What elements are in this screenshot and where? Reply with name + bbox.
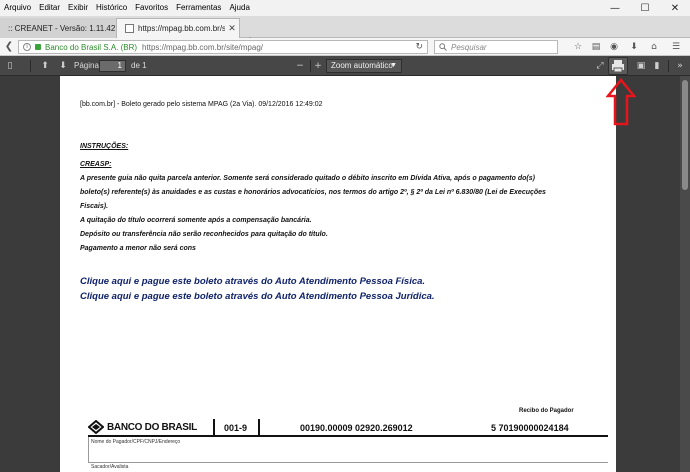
menu-icon[interactable]: ☰	[669, 40, 683, 54]
instructions-text: CREASP: A presente guia não quita parcel…	[80, 158, 605, 256]
vertical-scrollbar[interactable]	[680, 76, 690, 472]
reload-icon[interactable]: ↻	[415, 42, 423, 52]
bank-divider	[213, 419, 215, 437]
zoom-select[interactable]: Zoom automático ▼	[326, 59, 402, 73]
tab-creanet[interactable]: :: CREANET - Versão: 1.11.42.8... ✕	[0, 18, 134, 38]
print-icon	[612, 60, 624, 73]
address-bar[interactable]: i Banco do Brasil S.A. (BR) https://mpag…	[18, 40, 428, 54]
page-down-icon[interactable]: ⬇	[56, 59, 70, 73]
zoom-value: Zoom automático	[331, 61, 393, 70]
bookmark-icon[interactable]: ▮	[650, 59, 664, 73]
zoom-in-button[interactable]: +	[311, 59, 325, 73]
window-controls: — ☐ ✕	[600, 0, 690, 16]
page-number-input[interactable]: 1	[99, 60, 126, 72]
navigation-bar: ❮ i Banco do Brasil S.A. (BR) https://mp…	[0, 38, 690, 56]
site-info-icon[interactable]: i	[23, 43, 31, 51]
document-header: [bb.com.br] - Boleto gerado pelo sistema…	[80, 101, 323, 108]
tab-title: https://mpag.bb.com.br/site/...	[138, 24, 225, 33]
annotation-arrow-icon	[606, 78, 636, 126]
toolbar-divider	[30, 60, 31, 72]
pdf-page: [bb.com.br] - Boleto gerado pelo sistema…	[60, 76, 616, 472]
home-icon[interactable]: ⌂	[647, 40, 661, 54]
sidebar-toggle-icon[interactable]: ▯	[3, 59, 17, 73]
page-label: Página:	[74, 61, 102, 70]
bookmark-star-icon[interactable]: ☆	[571, 40, 585, 54]
search-icon	[439, 43, 447, 51]
menu-ferramentas[interactable]: Ferramentas	[176, 0, 221, 16]
zoom-out-button[interactable]: −	[293, 59, 307, 73]
bank-divider	[258, 419, 260, 437]
tab-title: :: CREANET - Versão: 1.11.42.8...	[8, 23, 119, 33]
more-tools-icon[interactable]: »	[673, 59, 687, 73]
lock-icon	[35, 44, 41, 50]
site-identity: Banco do Brasil S.A. (BR)	[45, 42, 138, 52]
bank-header-line: BANCO DO BRASIL 001-9 00190.00009 02920.…	[88, 419, 608, 437]
creasp-label: CREASP:	[80, 161, 112, 168]
maximize-button[interactable]: ☐	[630, 0, 660, 16]
search-input[interactable]: Pesquisar	[434, 40, 558, 54]
menu-bar: Arquivo Editar Exibir Histórico Favorito…	[0, 0, 690, 16]
guarantor-label: Sacador/Avalista	[91, 464, 129, 470]
tab-close-icon[interactable]: ✕	[225, 24, 239, 34]
back-icon[interactable]: ❮	[2, 40, 16, 54]
pocket-icon[interactable]: ◉	[607, 40, 621, 54]
url-text[interactable]: https://mpag.bb.com.br/site/mpag/	[142, 43, 263, 52]
download-icon[interactable]: ⬇	[627, 40, 641, 54]
close-window-button[interactable]: ✕	[660, 0, 690, 16]
bank-logo: BANCO DO BRASIL	[88, 419, 197, 435]
payment-links: Clique aqui e pague este boleto através …	[80, 274, 610, 304]
menu-favoritos[interactable]: Favoritos	[135, 0, 168, 16]
menu-historico[interactable]: Histórico	[96, 0, 127, 16]
menu-ajuda[interactable]: Ajuda	[229, 0, 249, 16]
toolbar-divider	[668, 60, 669, 72]
print-button[interactable]	[608, 57, 628, 75]
search-placeholder: Pesquisar	[451, 42, 487, 52]
menu-arquivo[interactable]: Arquivo	[4, 0, 31, 16]
receipt-label: Recibo do Pagador	[519, 408, 574, 414]
instruction-line: boleto(s) referente(s) às anuidades e as…	[80, 189, 546, 196]
menu-exibir[interactable]: Exibir	[68, 0, 88, 16]
tab-strip: :: CREANET - Versão: 1.11.42.8... ✕ http…	[0, 16, 690, 50]
bank-name: BANCO DO BRASIL	[107, 421, 197, 433]
bank-code: 001-9	[224, 423, 248, 433]
save-icon[interactable]: ▣	[634, 59, 648, 73]
digitable-line-end: 5 70190000024184	[491, 423, 569, 433]
instruction-line: Fiscais).	[80, 203, 109, 210]
instruction-line: A quitação do título ocorrerá somente ap…	[80, 217, 312, 224]
link-pessoa-juridica[interactable]: Clique aqui e pague este boleto através …	[80, 289, 610, 304]
pdf-toolbar: ▯ ⬆ ⬇ Página: 1 de 1 − + Zoom automático…	[0, 56, 690, 76]
fullscreen-icon[interactable]: ⤢	[593, 59, 607, 73]
bank-logo-icon	[88, 420, 104, 434]
digitable-line: 00190.00009 02920.269012	[300, 423, 413, 433]
instructions-title: INSTRUÇÕES:	[80, 143, 129, 150]
instruction-line: A presente guia não quita parcela anteri…	[80, 175, 535, 182]
instruction-line: Pagamento a menor não será cons	[80, 245, 196, 252]
scrollbar-thumb[interactable]	[682, 80, 688, 190]
page-favicon-icon	[125, 24, 134, 33]
link-pessoa-fisica[interactable]: Clique aqui e pague este boleto através …	[80, 274, 610, 289]
reading-list-icon[interactable]: ▤	[589, 40, 603, 54]
minimize-button[interactable]: —	[600, 0, 630, 16]
page-count: de 1	[131, 61, 147, 70]
tab-mpag[interactable]: https://mpag.bb.com.br/site/... ✕	[116, 18, 240, 38]
chevron-down-icon: ▼	[390, 62, 397, 69]
page-up-icon[interactable]: ⬆	[38, 59, 52, 73]
menu-editar[interactable]: Editar	[39, 0, 60, 16]
instruction-line: Depósito ou transferência não serão reco…	[80, 231, 328, 238]
payer-label: Nome do Pagador/CPF/CNPJ/Endereço	[91, 439, 181, 445]
